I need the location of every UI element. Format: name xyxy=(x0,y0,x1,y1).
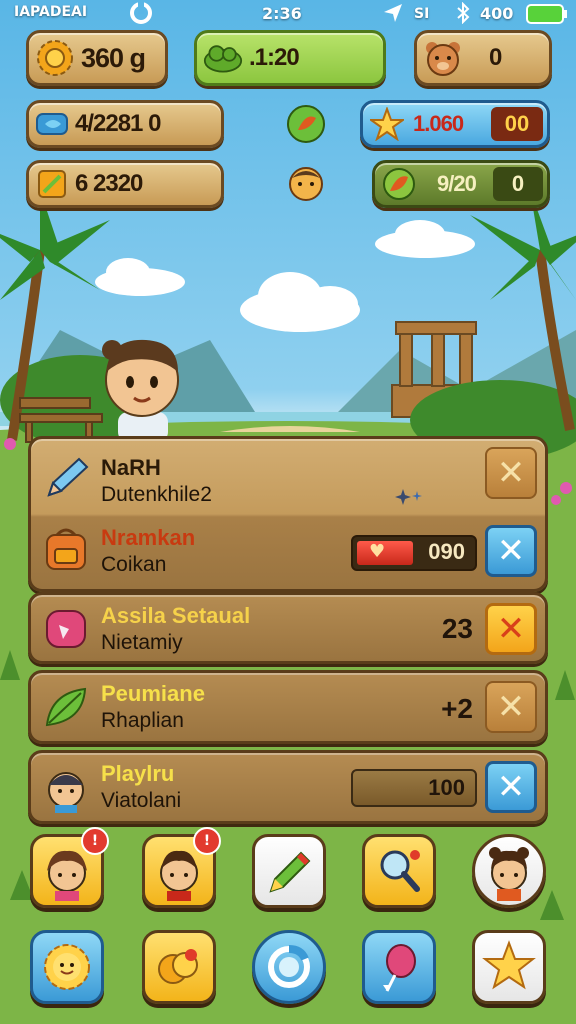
sun-icon xyxy=(44,944,90,990)
bluetooth-icon xyxy=(456,1,470,28)
row-5-close-button[interactable]: ✕ xyxy=(485,761,537,813)
energy-counter[interactable]: .1:20 xyxy=(194,30,386,86)
ticket-value: 6 2320 xyxy=(75,170,143,197)
green-cloud-icon xyxy=(203,38,243,78)
leaf-bonus: 0 xyxy=(493,167,543,201)
notification-badge: ! xyxy=(193,827,221,855)
leaf-counter[interactable]: 9/20 0 xyxy=(372,160,550,208)
child-avatar-icon xyxy=(489,847,529,901)
quest-panel: NaRH Dutenkhile2 ✕ Nramkan Coikan ♥ 090 … xyxy=(28,436,548,592)
carrier-label: IAPADEAI xyxy=(14,4,88,20)
backpack-icon xyxy=(41,525,91,575)
balloon-icon xyxy=(383,944,416,992)
star-icon xyxy=(369,106,405,142)
quest-row-3: Assila Setaual Nietamiy 23 ✕ xyxy=(28,592,548,664)
star-counter[interactable]: 1.060 00 xyxy=(360,100,550,148)
row-1-close-button[interactable]: ✕ xyxy=(485,447,537,499)
heart-icon: ♥ xyxy=(369,541,386,562)
ticket-icon xyxy=(35,167,69,201)
fish-icon xyxy=(35,107,69,141)
row-2-bar-value: 090 xyxy=(428,539,465,564)
sun-button[interactable] xyxy=(30,930,104,1004)
signal-label: SI xyxy=(414,6,430,22)
fruit-bundle-icon xyxy=(158,949,198,984)
profile-button[interactable] xyxy=(472,834,546,908)
row-2-subtitle: Coikan xyxy=(101,553,167,576)
location-icon xyxy=(382,2,404,28)
row-3-subtitle: Nietamiy xyxy=(101,631,183,654)
bear-face-icon xyxy=(423,38,463,78)
row-4-close-button[interactable]: ✕ xyxy=(485,681,537,733)
row-3-close-button[interactable]: ✕ xyxy=(485,603,537,655)
battery-icon xyxy=(526,4,568,28)
quest-row-4: Peumiane Rhaplian +2 ✕ xyxy=(28,670,548,744)
friend-girl-button[interactable]: ! xyxy=(30,827,109,908)
search-button[interactable] xyxy=(362,834,436,908)
refresh-icon xyxy=(268,945,310,988)
gold-value: 360 g xyxy=(81,42,146,73)
quest-row-5: Playlru Viatolani 100 ✕ xyxy=(28,750,548,824)
bear-counter[interactable]: 0 xyxy=(414,30,552,86)
row-5-subtitle: Viatolani xyxy=(101,789,182,812)
row-1-subtitle: Dutenkhile2 xyxy=(101,483,212,506)
row-1-title: NaRH xyxy=(101,455,161,480)
row-4-title: Peumiane xyxy=(101,681,205,706)
star-value: 1.060 xyxy=(413,111,464,136)
clock: 2:36 xyxy=(262,4,302,23)
leaf-icon xyxy=(381,166,417,202)
star-bonus: 00 xyxy=(491,107,543,141)
monkey-icon[interactable] xyxy=(286,164,326,208)
ticket-counter[interactable]: 6 2320 xyxy=(26,160,224,208)
sparkle-icon xyxy=(395,487,425,511)
fruit-icon[interactable] xyxy=(286,104,326,148)
row-2-progress-bar: ♥ 090 xyxy=(351,535,477,571)
favorites-button[interactable] xyxy=(472,930,546,1004)
star-icon xyxy=(482,940,536,990)
fish-counter[interactable]: 4/2281 0 xyxy=(26,100,224,148)
crayon-icon xyxy=(269,851,311,893)
pencil-icon xyxy=(41,453,91,503)
refresh-button[interactable] xyxy=(252,930,326,1004)
gift-bag-icon xyxy=(41,603,91,653)
friend-boy-button[interactable]: ! xyxy=(142,827,221,908)
status-bar: IAPADEAI 2:36 SI 400 xyxy=(0,0,576,28)
row-2-title: Nramkan xyxy=(101,525,196,550)
row-5-title: Playlru xyxy=(101,761,175,786)
leaf-item-icon xyxy=(41,683,91,733)
row-5-bar-value: 100 xyxy=(428,775,465,800)
draw-button[interactable] xyxy=(252,834,326,908)
balloon-button[interactable] xyxy=(362,930,436,1004)
magnifier-icon xyxy=(380,850,420,892)
fruit-button[interactable] xyxy=(142,930,216,1004)
row-4-value: +2 xyxy=(441,693,473,724)
gold-counter[interactable]: 360 g xyxy=(26,30,168,86)
fish-value: 4/2281 0 xyxy=(75,110,161,137)
row-5-progress-bar: 100 xyxy=(351,769,477,807)
row-2-close-button[interactable]: ✕ xyxy=(485,525,537,577)
row-4-subtitle: Rhaplian xyxy=(101,709,184,732)
row-3-title: Assila Setaual xyxy=(101,603,251,628)
player-avatar-icon xyxy=(41,763,91,813)
row-3-value: 23 xyxy=(441,613,473,644)
leaf-value: 9/20 xyxy=(437,171,477,196)
energy-value: .1:20 xyxy=(249,44,300,71)
gear-coin-icon xyxy=(35,38,75,78)
bear-value: 0 xyxy=(489,44,502,71)
notification-icon xyxy=(128,2,154,28)
battery-label: 400 xyxy=(480,4,514,23)
notification-badge: ! xyxy=(81,827,109,855)
